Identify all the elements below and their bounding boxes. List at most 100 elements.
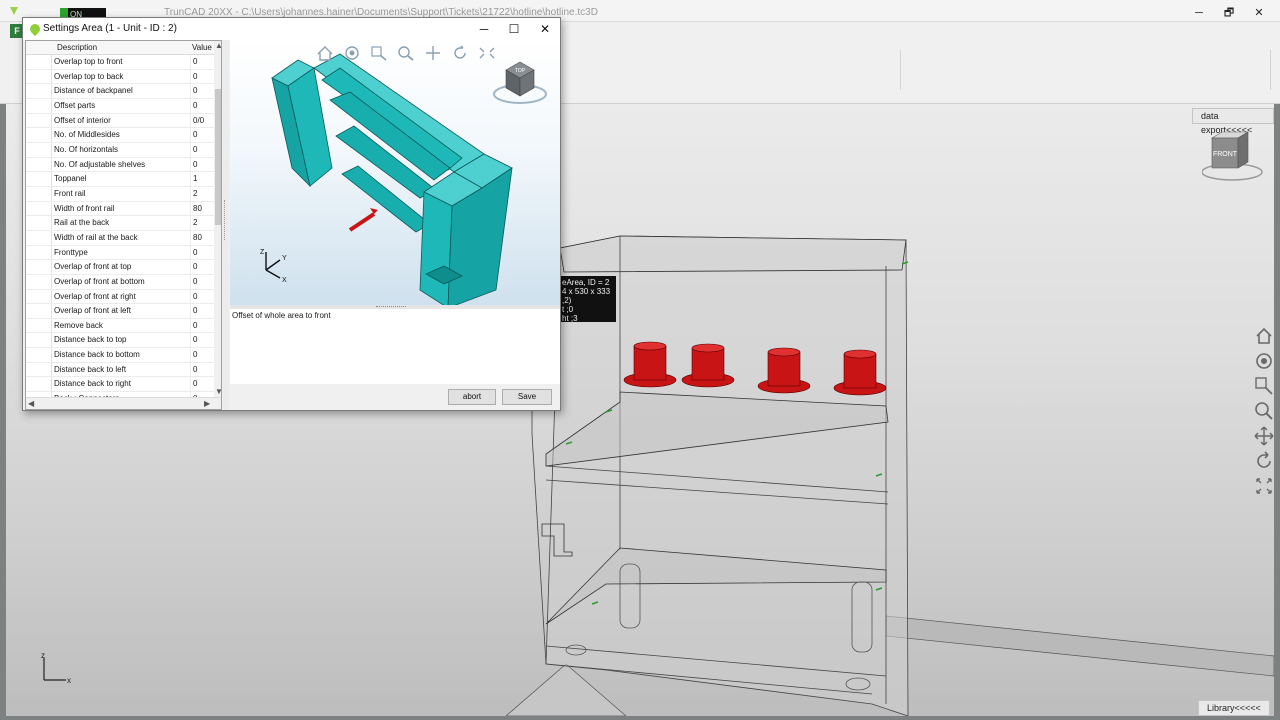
row-gutter [26, 216, 52, 230]
dialog-leaf-icon [27, 21, 43, 37]
preview-view-cube-label: TOP [515, 68, 526, 74]
grid-row[interactable]: Overlap of front at right 0 [26, 289, 214, 305]
row-value[interactable]: 1 [190, 172, 214, 186]
row-gutter [26, 289, 52, 304]
grid-row[interactable]: Rail at the back 2 [26, 216, 214, 231]
grid-row[interactable]: Offset of interior 0/0 [26, 113, 214, 129]
row-value[interactable]: 0 [190, 362, 214, 377]
data-export-tab[interactable]: data export<<<<< [1192, 108, 1274, 135]
row-value[interactable]: 80 [190, 230, 214, 245]
row-value[interactable]: 0 [190, 304, 214, 318]
grid-row[interactable]: Width of rail at the back 80 [26, 230, 214, 246]
zoom-icon[interactable] [1252, 399, 1274, 423]
grid-row[interactable]: Overlap of front at left 0 [26, 304, 214, 319]
preview-zoom-icon[interactable] [395, 44, 417, 62]
row-value[interactable]: 0 [190, 377, 214, 392]
dialog-maximize-button[interactable]: ☐ [499, 19, 529, 39]
row-value[interactable]: 0 [190, 142, 214, 157]
grid-row[interactable]: Distance back to top 0 [26, 333, 214, 349]
dialog-titlebar[interactable]: Settings Area (1 - Unit - ID : 2) ─ ☐ ✕ [23, 18, 560, 40]
abort-button[interactable]: abort [448, 389, 496, 405]
row-value[interactable]: 0 [190, 260, 214, 274]
row-value[interactable]: 0 [190, 348, 214, 362]
property-grid[interactable]: Description Value Overlap top to front 0 O… [25, 40, 222, 410]
grid-row[interactable]: Distance of backpanel 0 [26, 84, 214, 99]
row-value[interactable]: 0 [190, 289, 214, 304]
grid-row[interactable]: Offset parts 0 [26, 98, 214, 114]
row-value[interactable]: 0 [190, 245, 214, 260]
row-value[interactable]: 0 [190, 55, 214, 69]
row-value[interactable]: 0 [190, 274, 214, 289]
app-close-button[interactable]: ✕ [1244, 4, 1274, 22]
row-gutter [26, 113, 52, 128]
row-gutter [26, 348, 52, 362]
row-value[interactable]: 0 [190, 69, 214, 84]
preview-view-cube-icon[interactable]: TOP [492, 56, 550, 108]
value-column-header[interactable]: Value [192, 41, 212, 55]
preview-zoom-window-icon[interactable] [368, 44, 390, 62]
row-value[interactable]: 0 [190, 333, 214, 348]
library-tab[interactable]: Library<<<<< [1198, 700, 1270, 716]
scroll-down-arrow-icon[interactable]: ▼ [215, 387, 221, 396]
row-value[interactable]: 0/0 [190, 113, 214, 128]
vertical-splitter[interactable] [223, 40, 229, 410]
grid-row[interactable]: Overlap top to front 0 [26, 55, 214, 70]
grid-row[interactable]: Width of front rail 80 [26, 201, 214, 217]
row-value[interactable]: 2 [190, 186, 214, 201]
preview-3d-view[interactable]: TOP Z Y X [230, 40, 560, 305]
row-value[interactable]: 0 [190, 84, 214, 98]
preview-axis-y-label: Y [282, 255, 287, 262]
grid-scroll-thumb[interactable] [215, 89, 221, 225]
row-gutter [26, 84, 52, 98]
preview-rotate-icon[interactable] [449, 44, 471, 62]
app-minimize-button[interactable]: ─ [1184, 4, 1214, 22]
row-value[interactable]: 80 [190, 201, 214, 216]
row-gutter [26, 128, 52, 142]
grid-horizontal-scrollbar[interactable]: ◀ ▶ [26, 397, 221, 409]
grid-row[interactable]: Distance back to left 0 [26, 362, 214, 378]
row-value[interactable]: 0 [190, 157, 214, 172]
row-gutter [26, 230, 52, 245]
row-gutter [26, 157, 52, 172]
preview-orbit-icon[interactable] [341, 44, 363, 62]
grid-row[interactable]: No. Of horizontals 0 [26, 142, 214, 158]
grid-row[interactable]: No. Of adjustable shelves 0 [26, 157, 214, 173]
grid-row[interactable]: Distance back to bottom 0 [26, 348, 214, 363]
grid-header: Description Value [26, 41, 214, 55]
hsplit-grip[interactable] [376, 306, 406, 307]
fit-all-icon[interactable] [1252, 474, 1274, 498]
grid-row[interactable]: Front rail 2 [26, 186, 214, 202]
preview-home-icon[interactable] [314, 44, 336, 62]
view-cube-label: FRONT [1213, 151, 1238, 158]
preview-pan-icon[interactable] [422, 44, 444, 62]
scroll-up-arrow-icon[interactable]: ▲ [215, 41, 221, 50]
grid-row[interactable]: Fronttype 0 [26, 245, 214, 261]
grid-row[interactable]: Toppanel 1 [26, 172, 214, 187]
description-column-header[interactable]: Description [57, 41, 97, 55]
app-maximize-button[interactable]: 🗗 [1214, 4, 1244, 22]
row-value[interactable]: 0 [190, 98, 214, 113]
zoom-window-icon[interactable] [1252, 374, 1274, 398]
splitter-grip[interactable] [224, 200, 227, 240]
dialog-minimize-button[interactable]: ─ [469, 19, 499, 39]
pan-icon[interactable] [1252, 424, 1274, 448]
scroll-right-arrow-icon[interactable]: ▶ [204, 398, 210, 409]
row-description: Overlap top to front [54, 57, 123, 66]
row-value[interactable]: 2 [190, 216, 214, 230]
row-value[interactable]: 0 [190, 128, 214, 142]
grid-row[interactable]: Overlap of front at top 0 [26, 260, 214, 275]
save-button[interactable]: Save [502, 389, 552, 405]
grid-row[interactable]: Remove back 0 [26, 318, 214, 334]
grid-row[interactable]: Overlap of front at bottom 0 [26, 274, 214, 290]
view-cube-icon[interactable]: FRONT [1202, 128, 1272, 184]
grid-row[interactable]: No. of Middlesides 0 [26, 128, 214, 143]
grid-row[interactable]: Overlap top to back 0 [26, 69, 214, 85]
grid-row[interactable]: Distance back to right 0 [26, 377, 214, 393]
scroll-left-arrow-icon[interactable]: ◀ [28, 398, 34, 409]
orbit-icon[interactable] [1252, 349, 1274, 373]
dialog-close-button[interactable]: ✕ [530, 19, 560, 39]
rotate-icon[interactable] [1252, 449, 1274, 473]
row-value[interactable]: 0 [190, 318, 214, 333]
home-icon[interactable] [1252, 324, 1274, 348]
grid-vertical-scrollbar[interactable]: ▲ ▼ [214, 41, 221, 397]
